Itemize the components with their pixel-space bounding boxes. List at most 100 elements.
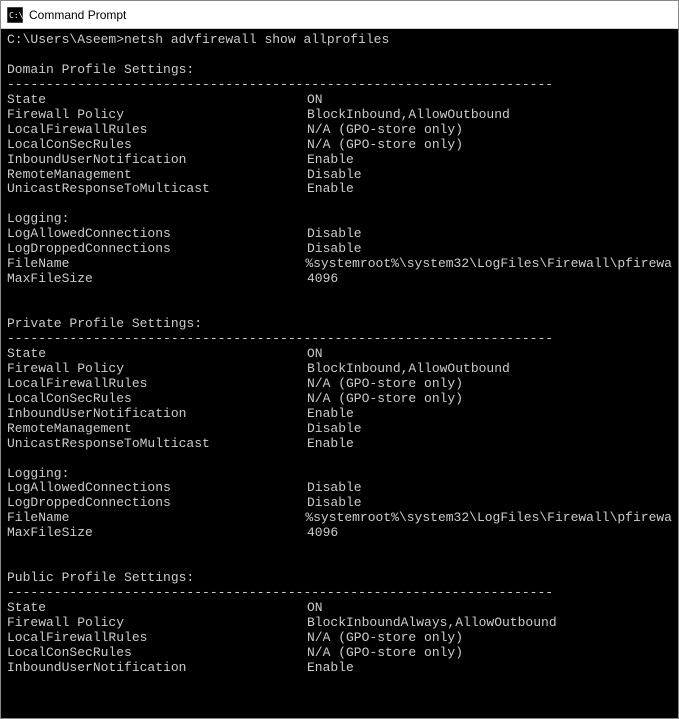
kv-value: N/A (GPO-store only) bbox=[307, 646, 463, 661]
kv-value: Enable bbox=[307, 182, 354, 197]
kv-key: LocalFirewallRules bbox=[7, 377, 307, 392]
kv-key: FileName bbox=[7, 511, 305, 526]
kv-row: StateON bbox=[7, 347, 672, 362]
kv-value: N/A (GPO-store only) bbox=[307, 377, 463, 392]
kv-row: InboundUserNotificationEnable bbox=[7, 407, 672, 422]
kv-row: FileName%systemroot%\system32\LogFiles\F… bbox=[7, 511, 672, 526]
kv-value: ON bbox=[307, 347, 323, 362]
blank-line bbox=[7, 48, 672, 63]
kv-row: StateON bbox=[7, 601, 672, 616]
kv-row: Firewall PolicyBlockInboundAlways,AllowO… bbox=[7, 616, 672, 631]
logging-title: Logging: bbox=[7, 212, 672, 227]
kv-row: LocalConSecRulesN/A (GPO-store only) bbox=[7, 392, 672, 407]
kv-row: LogAllowedConnectionsDisable bbox=[7, 227, 672, 242]
kv-key: LocalConSecRules bbox=[7, 646, 307, 661]
profile-title: Private Profile Settings: bbox=[7, 317, 672, 332]
kv-value: Disable bbox=[307, 227, 362, 242]
kv-row: LocalFirewallRulesN/A (GPO-store only) bbox=[7, 123, 672, 138]
window-title: Command Prompt bbox=[29, 8, 126, 22]
kv-value: BlockInboundAlways,AllowOutbound bbox=[307, 616, 557, 631]
blank-line bbox=[7, 287, 672, 302]
kv-row: UnicastResponseToMulticastEnable bbox=[7, 182, 672, 197]
kv-value: Disable bbox=[307, 242, 362, 257]
kv-value: N/A (GPO-store only) bbox=[307, 123, 463, 138]
separator: ----------------------------------------… bbox=[7, 332, 672, 347]
kv-value: 4096 bbox=[307, 272, 338, 287]
kv-value: N/A (GPO-store only) bbox=[307, 392, 463, 407]
kv-key: LocalFirewallRules bbox=[7, 123, 307, 138]
kv-row: LogDroppedConnectionsDisable bbox=[7, 496, 672, 511]
kv-value: %systemroot%\system32\LogFiles\Firewall\… bbox=[305, 257, 672, 272]
kv-key: LocalConSecRules bbox=[7, 392, 307, 407]
kv-key: RemoteManagement bbox=[7, 422, 307, 437]
kv-value: Disable bbox=[307, 496, 362, 511]
prompt-line: C:\Users\Aseem>netsh advfirewall show al… bbox=[7, 33, 672, 48]
kv-value: ON bbox=[307, 93, 323, 108]
kv-value: Enable bbox=[307, 407, 354, 422]
kv-row: RemoteManagementDisable bbox=[7, 168, 672, 183]
profile-title: Public Profile Settings: bbox=[7, 571, 672, 586]
kv-row: LocalFirewallRulesN/A (GPO-store only) bbox=[7, 631, 672, 646]
kv-key: MaxFileSize bbox=[7, 526, 307, 541]
separator: ----------------------------------------… bbox=[7, 586, 672, 601]
kv-key: UnicastResponseToMulticast bbox=[7, 182, 307, 197]
cmd-icon: C:\ bbox=[7, 7, 23, 23]
blank-line bbox=[7, 676, 672, 691]
kv-value: ON bbox=[307, 601, 323, 616]
terminal-output[interactable]: C:\Users\Aseem>netsh advfirewall show al… bbox=[1, 29, 678, 718]
kv-value: %systemroot%\system32\LogFiles\Firewall\… bbox=[305, 511, 672, 526]
kv-key: LocalFirewallRules bbox=[7, 631, 307, 646]
kv-value: Disable bbox=[307, 481, 362, 496]
kv-key: UnicastResponseToMulticast bbox=[7, 437, 307, 452]
kv-row: LogAllowedConnectionsDisable bbox=[7, 481, 672, 496]
kv-value: N/A (GPO-store only) bbox=[307, 631, 463, 646]
kv-value: Enable bbox=[307, 153, 354, 168]
blank-line bbox=[7, 452, 672, 467]
separator: ----------------------------------------… bbox=[7, 78, 672, 93]
kv-row: InboundUserNotificationEnable bbox=[7, 153, 672, 168]
kv-key: Firewall Policy bbox=[7, 616, 307, 631]
kv-row: LocalConSecRulesN/A (GPO-store only) bbox=[7, 646, 672, 661]
kv-key: LogAllowedConnections bbox=[7, 481, 307, 496]
blank-line bbox=[7, 197, 672, 212]
kv-row: MaxFileSize4096 bbox=[7, 272, 672, 287]
profile-title: Domain Profile Settings: bbox=[7, 63, 672, 78]
kv-key: InboundUserNotification bbox=[7, 153, 307, 168]
kv-row: Firewall PolicyBlockInbound,AllowOutboun… bbox=[7, 108, 672, 123]
kv-row: LogDroppedConnectionsDisable bbox=[7, 242, 672, 257]
blank-line bbox=[7, 556, 672, 571]
kv-key: InboundUserNotification bbox=[7, 407, 307, 422]
kv-key: InboundUserNotification bbox=[7, 661, 307, 676]
kv-key: Firewall Policy bbox=[7, 108, 307, 123]
kv-value: Disable bbox=[307, 422, 362, 437]
kv-row: MaxFileSize4096 bbox=[7, 526, 672, 541]
logging-title: Logging: bbox=[7, 467, 672, 482]
kv-value: BlockInbound,AllowOutbound bbox=[307, 108, 510, 123]
kv-value: BlockInbound,AllowOutbound bbox=[307, 362, 510, 377]
kv-row: LocalFirewallRulesN/A (GPO-store only) bbox=[7, 377, 672, 392]
kv-value: Disable bbox=[307, 168, 362, 183]
kv-row: InboundUserNotificationEnable bbox=[7, 661, 672, 676]
window-frame: C:\ Command Prompt C:\Users\Aseem>netsh … bbox=[0, 0, 679, 719]
kv-key: Firewall Policy bbox=[7, 362, 307, 377]
kv-row: Firewall PolicyBlockInbound,AllowOutboun… bbox=[7, 362, 672, 377]
kv-value: 4096 bbox=[307, 526, 338, 541]
kv-key: MaxFileSize bbox=[7, 272, 307, 287]
kv-key: State bbox=[7, 601, 307, 616]
kv-key: RemoteManagement bbox=[7, 168, 307, 183]
kv-row: FileName%systemroot%\system32\LogFiles\F… bbox=[7, 257, 672, 272]
kv-value: N/A (GPO-store only) bbox=[307, 138, 463, 153]
blank-line bbox=[7, 541, 672, 556]
kv-value: Enable bbox=[307, 661, 354, 676]
kv-key: LogAllowedConnections bbox=[7, 227, 307, 242]
kv-value: Enable bbox=[307, 437, 354, 452]
kv-key: LogDroppedConnections bbox=[7, 496, 307, 511]
titlebar[interactable]: C:\ Command Prompt bbox=[1, 1, 678, 29]
kv-row: RemoteManagementDisable bbox=[7, 422, 672, 437]
kv-row: StateON bbox=[7, 93, 672, 108]
kv-key: LogDroppedConnections bbox=[7, 242, 307, 257]
svg-text:C:\: C:\ bbox=[9, 11, 23, 20]
kv-key: State bbox=[7, 93, 307, 108]
kv-key: FileName bbox=[7, 257, 305, 272]
kv-row: UnicastResponseToMulticastEnable bbox=[7, 437, 672, 452]
